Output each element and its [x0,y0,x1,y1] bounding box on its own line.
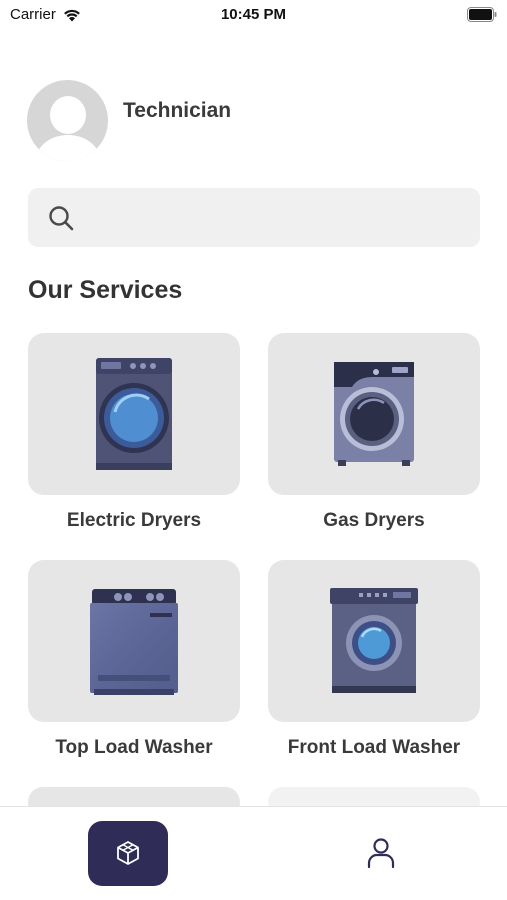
gas-dryer-icon [334,362,414,466]
status-bar: Carrier 10:45 PM [0,0,507,30]
cube-icon [117,841,139,865]
service-card-top-load-washer[interactable]: Top Load Washer [28,560,240,759]
search-input[interactable] [88,188,468,247]
profile-header: Technician [27,79,232,161]
top-load-washer-icon [90,589,178,695]
tab-profile[interactable] [360,833,402,875]
service-label: Gas Dryers [323,510,425,531]
service-card-gas-dryers[interactable]: Gas Dryers [268,333,480,532]
status-time: 10:45 PM [220,6,287,23]
user-icon [367,838,395,869]
electric-dryer-icon [96,358,172,470]
service-card-electric-dryers[interactable]: Electric Dryers [28,333,240,532]
service-label: Front Load Washer [287,737,461,758]
service-tile[interactable] [268,333,480,495]
profile-name: Technician [123,99,232,122]
service-label: Top Load Washer [55,737,213,758]
tab-home[interactable] [88,821,168,886]
front-load-washer-icon [330,588,418,693]
search-icon [49,206,74,231]
battery-icon [467,7,497,22]
service-card-front-load-washer[interactable]: Front Load Washer [268,560,480,759]
avatar[interactable] [27,79,108,161]
service-tile[interactable] [28,560,240,722]
section-title: Our Services [28,276,183,304]
service-tile[interactable] [28,333,240,495]
search-bar[interactable] [28,188,480,247]
service-tile[interactable] [268,560,480,722]
tab-bar [0,806,507,900]
service-label: Electric Dryers [66,510,202,531]
